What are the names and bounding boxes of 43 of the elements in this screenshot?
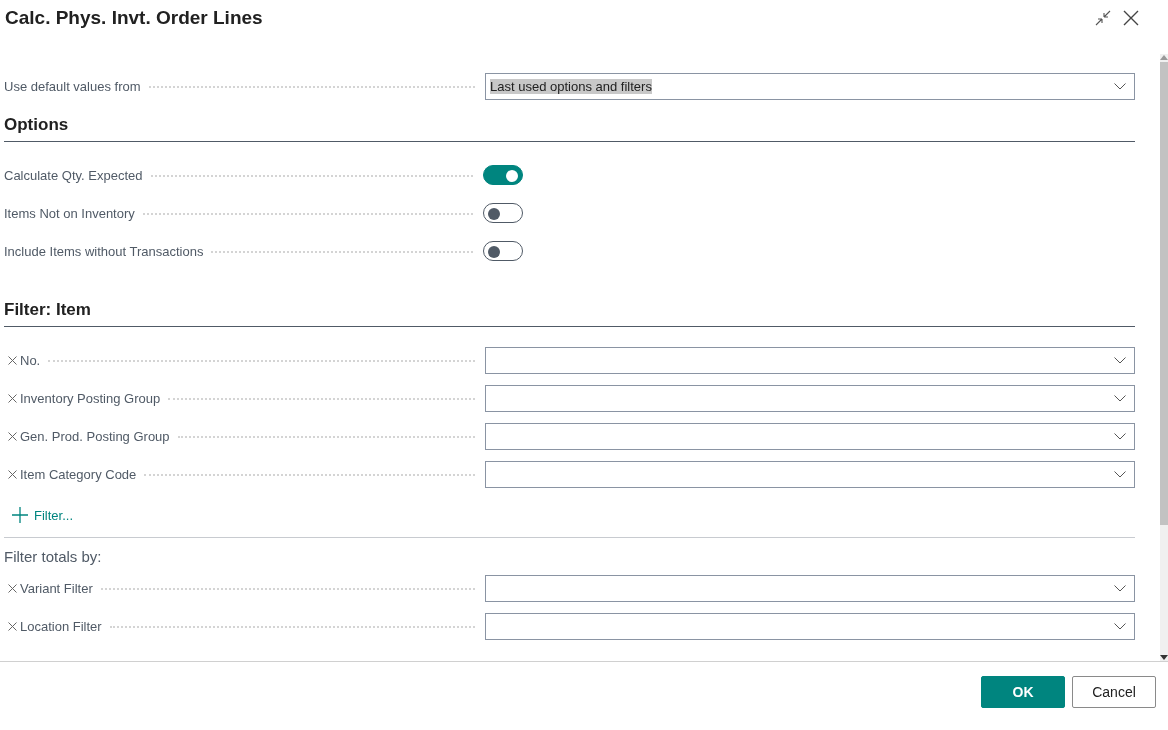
option-label: Calculate Qty. Expected	[4, 167, 143, 183]
scroll-down-icon[interactable]	[1160, 655, 1168, 661]
filter-label: Inventory Posting Group	[20, 390, 161, 406]
option-label: Items Not on Inventory	[4, 205, 135, 221]
toggle-switch[interactable]	[483, 241, 523, 261]
section-heading: Options	[4, 101, 1135, 142]
section-heading: Filter: Item	[4, 286, 1135, 327]
filter-label: Item Category Code	[20, 466, 137, 482]
add-filter-link[interactable]: Filter...	[34, 507, 73, 523]
filter-label: Variant Filter	[20, 580, 93, 596]
filter-label: Gen. Prod. Posting Group	[20, 428, 170, 444]
remove-icon[interactable]	[8, 583, 17, 593]
filter-field[interactable]	[485, 460, 1135, 488]
toggle-switch[interactable]	[483, 203, 523, 223]
cancel-button[interactable]: Cancel	[1072, 676, 1156, 708]
toggle-switch[interactable]	[483, 165, 523, 185]
chevron-icon	[1114, 584, 1126, 592]
filter-field[interactable]	[485, 384, 1135, 412]
remove-icon[interactable]	[8, 431, 17, 441]
chevron-icon	[1114, 622, 1126, 630]
chevron-icon	[1114, 394, 1126, 402]
dropdown-field[interactable]: Last used options and filters	[485, 72, 1135, 100]
filter-label: Location Filter	[20, 618, 102, 634]
window-title: Calc. Phys. Invt. Order Lines	[5, 7, 264, 29]
filter-label: No.	[20, 352, 41, 368]
filter-field[interactable]	[485, 346, 1135, 374]
ok-button[interactable]: OK	[981, 676, 1065, 708]
chevron-icon	[1114, 432, 1126, 440]
plus-icon[interactable]	[12, 507, 28, 523]
remove-icon[interactable]	[8, 393, 17, 403]
chevron-icon	[1114, 470, 1126, 478]
remove-icon[interactable]	[8, 469, 17, 479]
filter-field[interactable]	[485, 422, 1135, 450]
chevron-icon	[1114, 356, 1126, 364]
filter-field[interactable]	[485, 574, 1135, 602]
remove-icon[interactable]	[8, 621, 17, 631]
scrollbar[interactable]	[1160, 54, 1168, 661]
filter-field[interactable]	[485, 612, 1135, 640]
remove-icon[interactable]	[8, 355, 17, 365]
option-label: Include Items without Transactions	[4, 243, 204, 259]
field-label: Use default values from	[4, 78, 141, 94]
chevron-icon	[1114, 82, 1126, 90]
subsection-heading: Filter totals by:	[4, 547, 103, 567]
